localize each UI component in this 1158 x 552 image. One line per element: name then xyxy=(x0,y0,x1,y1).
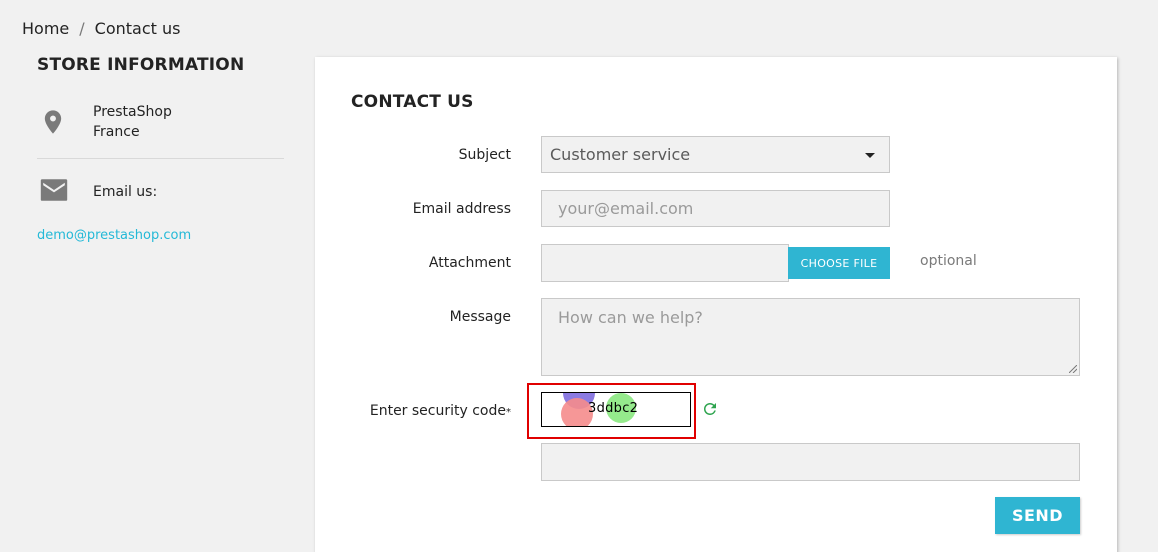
resize-handle-icon[interactable] xyxy=(1069,365,1077,373)
store-information-sidebar: STORE INFORMATION PrestaShop France Emai… xyxy=(37,55,284,243)
breadcrumb: Home / Contact us xyxy=(22,19,180,38)
required-mark: * xyxy=(506,407,511,418)
contact-form-card: CONTACT US Subject Customer service Emai… xyxy=(315,57,1117,552)
message-textarea[interactable]: How can we help? xyxy=(541,298,1080,376)
choose-file-button[interactable]: CHOOSE FILE xyxy=(788,247,890,279)
contact-form-title: CONTACT US xyxy=(351,92,474,112)
breadcrumb-separator: / xyxy=(79,19,85,38)
captcha-code: 3ddbc2 xyxy=(588,401,639,416)
sidebar-title: STORE INFORMATION xyxy=(37,55,245,75)
email-row: Email us: xyxy=(37,178,284,206)
attachment-label: Attachment xyxy=(428,255,511,271)
email-address-label: Email address xyxy=(412,201,511,217)
store-address-text: PrestaShop France xyxy=(93,102,172,142)
captcha-image: 3ddbc2 xyxy=(541,392,691,427)
email-label: Email us: xyxy=(93,184,158,200)
subject-selected-value: Customer service xyxy=(550,145,691,164)
breadcrumb-home-link[interactable]: Home xyxy=(22,19,69,38)
store-email-link[interactable]: demo@prestashop.com xyxy=(37,228,284,243)
send-button[interactable]: SEND xyxy=(995,497,1080,534)
subject-select[interactable]: Customer service xyxy=(541,136,890,173)
breadcrumb-current: Contact us xyxy=(94,19,181,38)
store-address-block: PrestaShop France xyxy=(37,104,284,142)
captcha-label: Enter security code* xyxy=(315,403,511,419)
store-country: France xyxy=(93,124,140,140)
attachment-optional-note: optional xyxy=(920,253,977,269)
email-placeholder: your@email.com xyxy=(558,199,694,218)
refresh-icon[interactable] xyxy=(701,400,719,418)
subject-label: Subject xyxy=(458,147,511,163)
captcha-input[interactable] xyxy=(541,443,1080,481)
chevron-down-icon xyxy=(865,153,875,158)
message-placeholder: How can we help? xyxy=(558,308,703,327)
email-field[interactable]: your@email.com xyxy=(541,190,890,227)
message-label: Message xyxy=(449,309,511,325)
store-name: PrestaShop xyxy=(93,104,172,120)
captcha-label-text: Enter security code xyxy=(369,403,506,419)
envelope-icon xyxy=(39,178,79,206)
map-marker-icon xyxy=(39,108,79,140)
sidebar-divider xyxy=(37,158,284,159)
attachment-file-field[interactable] xyxy=(541,244,789,282)
